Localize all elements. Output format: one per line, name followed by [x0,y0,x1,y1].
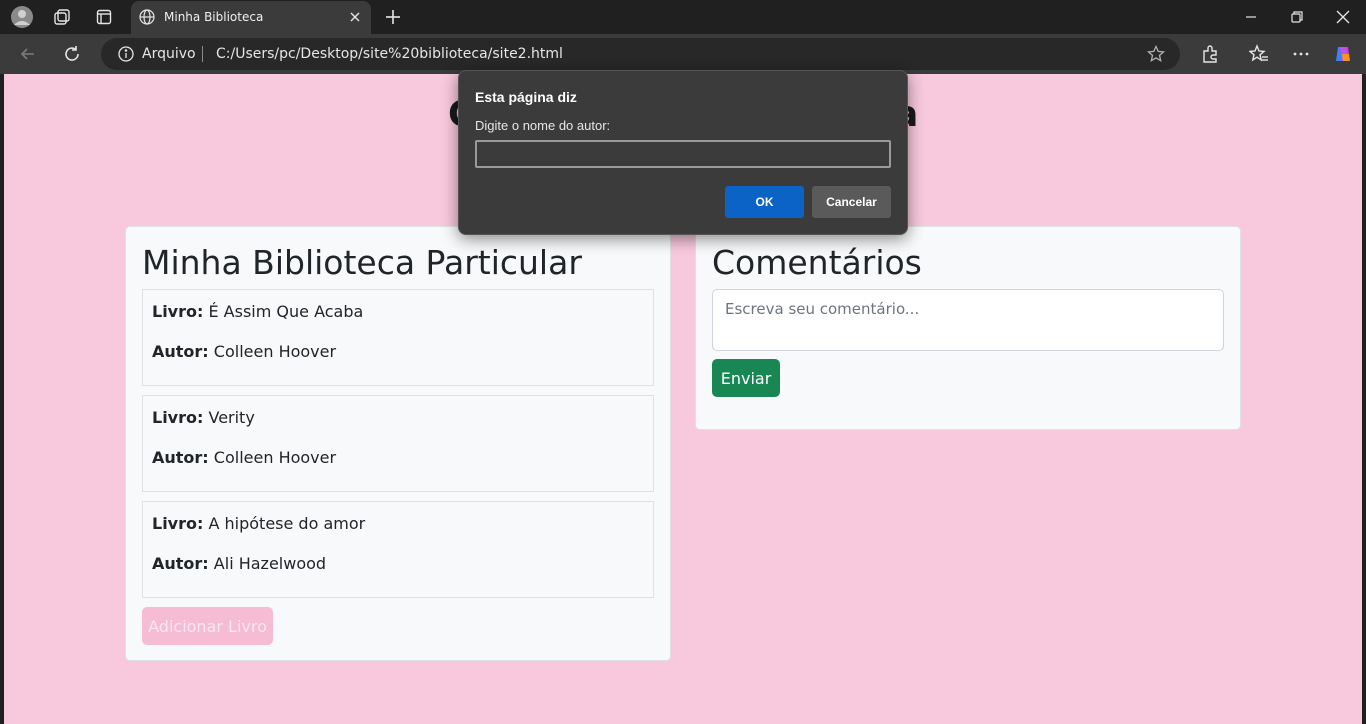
extensions-icon[interactable] [1200,44,1220,64]
author-label: Autor: [152,448,209,467]
book-item: Livro: Verity Autor: Colleen Hoover [142,395,654,492]
favorite-star-icon[interactable] [1147,45,1165,63]
browser-toolbar: Arquivo C:/Users/pc/Desktop/site%20bibli… [0,34,1366,74]
more-options-icon[interactable] [1291,44,1311,64]
cancel-button[interactable]: Cancelar [812,186,891,218]
back-arrow-icon[interactable] [18,44,38,64]
address-bar[interactable]: Arquivo C:/Users/pc/Desktop/site%20bibli… [101,38,1180,70]
prompt-dialog: Esta página diz Digite o nome do autor: … [458,70,908,235]
restore-icon[interactable] [1289,9,1305,25]
tab-minha-biblioteca[interactable]: Minha Biblioteca [131,1,371,34]
book-label: Livro: [152,408,204,427]
book-author: Colleen Hoover [213,342,337,361]
ok-button[interactable]: OK [725,186,804,218]
send-comment-button[interactable]: Enviar [712,359,780,397]
book-title-line: Livro: É Assim Que Acaba [152,302,363,321]
vertical-tabs-icon[interactable] [91,5,117,29]
add-book-button[interactable]: Adicionar Livro [142,607,273,645]
book-author-line: Autor: Ali Hazelwood [152,554,326,573]
book-author-line: Autor: Colleen Hoover [152,448,336,467]
comments-card: Comentários Escreva seu comentário... En… [695,226,1241,430]
author-label: Autor: [152,554,209,573]
book-author-line: Autor: Colleen Hoover [152,342,336,361]
dialog-title: Esta página diz [475,89,577,105]
author-label: Autor: [152,342,209,361]
tab-title: Minha Biblioteca [164,10,264,24]
refresh-icon[interactable] [62,44,82,64]
close-tab-icon[interactable] [348,10,362,24]
copilot-icon[interactable] [1333,44,1353,64]
library-title: Minha Biblioteca Particular [142,243,582,282]
book-title: É Assim Que Acaba [208,302,364,321]
address-security-label: Arquivo [142,46,196,62]
comment-textarea[interactable]: Escreva seu comentário... [712,289,1224,351]
close-window-icon[interactable] [1335,9,1351,25]
globe-icon [139,9,155,25]
book-title: Verity [208,408,255,427]
book-title: A hipótese do amor [208,514,366,533]
book-title-line: Livro: A hipótese do amor [152,514,365,533]
author-name-input[interactable] [475,140,891,168]
title-bar: Minha Biblioteca [0,0,1366,34]
book-author: Colleen Hoover [213,448,337,467]
book-author: Ali Hazelwood [213,554,327,573]
address-divider [202,46,203,62]
library-card: Minha Biblioteca Particular Livro: É Ass… [125,226,671,661]
favorites-icon[interactable] [1249,44,1269,64]
book-label: Livro: [152,302,204,321]
book-item: Livro: A hipótese do amor Autor: Ali Haz… [142,501,654,598]
new-tab-icon[interactable] [383,7,403,27]
comments-title: Comentários [712,243,922,282]
minimize-icon[interactable] [1243,9,1259,25]
dialog-message: Digite o nome do autor: [475,118,611,133]
workspaces-icon[interactable] [49,5,75,29]
url-text[interactable]: C:/Users/pc/Desktop/site%20biblioteca/si… [216,46,563,62]
info-icon[interactable] [118,46,134,62]
book-label: Livro: [152,514,204,533]
book-item: Livro: É Assim Que Acaba Autor: Colleen … [142,289,654,386]
book-title-line: Livro: Verity [152,408,255,427]
profile-icon[interactable] [9,5,35,29]
